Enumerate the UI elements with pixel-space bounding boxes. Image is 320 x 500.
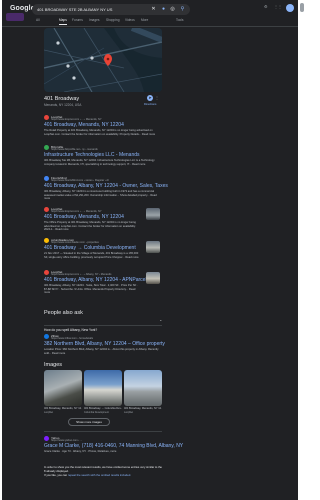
result-title-link[interactable]: 401 Broadway, Albany, NY 12204 - Owner, … <box>44 183 168 189</box>
place-title: 401 Broadway <box>44 96 80 102</box>
result-snippet: The Office Property at 401 Broadway, Men… <box>44 221 136 232</box>
result-snippet: The Retail Property at 401 Broadway, Men… <box>44 129 156 136</box>
chevron-down-icon[interactable]: ⌄ <box>159 318 162 322</box>
omitted-results-prefix: If you like, you can <box>44 472 68 477</box>
scrollbar-thumb[interactable] <box>300 3 304 12</box>
tab-more[interactable]: More <box>141 18 148 22</box>
site-favicon <box>44 334 49 339</box>
images-heading: Images <box>44 362 63 368</box>
tab-tools[interactable]: Tools <box>176 18 183 22</box>
apps-icon[interactable]: ⋮⋮ <box>274 4 282 9</box>
directions-icon[interactable]: ➤ <box>147 95 153 101</box>
header-divider <box>2 26 298 27</box>
site-favicon <box>44 207 49 212</box>
tab-shopping[interactable]: Shopping <box>106 18 119 22</box>
result-snippet: 401 Broadway, Albany, NY 12204 is a mixe… <box>44 190 157 201</box>
place-address: Menands, NY 12204, USA <box>44 103 82 107</box>
result-url[interactable]: https://www.bizprofile.net › ny › menand… <box>51 148 98 151</box>
result-snippet: 401 Broadway, Albany, NY 12204 · Suite, … <box>44 284 138 295</box>
result-snippet: 401 Broadway Ste 2B, Menands, NY 12204. … <box>44 159 155 166</box>
result-thumbnail[interactable] <box>146 241 160 253</box>
browser-page: Google ✕ ● ◎ ⚲ ⚙ ⋮⋮ All Maps Forums Imag… <box>0 0 306 500</box>
result-url[interactable]: https://www.loopnet.com › ... › Albany, … <box>51 273 111 276</box>
result-url[interactable]: https://www.yahoo.com › ... <box>51 439 82 442</box>
avatar[interactable] <box>286 4 294 12</box>
result-snippet: 21 Nov 2017 — Situated in the Village of… <box>44 252 139 259</box>
site-favicon <box>44 176 49 181</box>
doodle-badge[interactable] <box>6 13 24 21</box>
site-favicon <box>44 436 49 441</box>
omitted-results-note: In order to show you the most relevant r… <box>44 465 164 477</box>
tab-all[interactable]: All <box>36 18 40 22</box>
search-input[interactable] <box>37 5 147 14</box>
settings-icon[interactable]: ⚙ <box>264 4 268 9</box>
result-title-link[interactable]: Grace M Clarke, (718) 416-0460, 74 Manni… <box>44 443 183 449</box>
image-source: LoopNet <box>124 411 134 414</box>
people-also-ask-heading: People also ask <box>44 310 83 316</box>
result-url[interactable]: https://www.columbiadev.com › properties <box>51 241 99 244</box>
tab-videos[interactable]: Videos <box>125 18 135 22</box>
show-more-images-button[interactable]: Show more images <box>68 418 110 426</box>
more-options-icon[interactable]: ⋮ <box>155 95 159 100</box>
image-source: Columbia Development <box>84 411 109 414</box>
site-favicon <box>44 145 49 150</box>
result-url[interactable]: https://www.loopnet.com › ... › Menands,… <box>51 210 102 213</box>
paa-question-text: How do you spell Albany, New York? <box>44 328 98 332</box>
close-icon[interactable]: ✕ <box>150 6 157 13</box>
image-tile[interactable] <box>124 370 162 406</box>
map-graphic <box>44 28 162 92</box>
section-divider <box>44 431 162 432</box>
image-caption: 401 Broadway, Menands, NY 12... <box>44 407 82 410</box>
lens-icon[interactable]: ◎ <box>169 6 176 13</box>
result-thumbnail[interactable] <box>146 208 160 220</box>
result-title-link[interactable]: 401 Broadway → Columbia Development <box>44 245 136 251</box>
result-title-link[interactable]: 401 Broadway, Menands, NY 12204 <box>44 214 124 220</box>
result-snippet: Location Price: 382 Northern Blvd, Alban… <box>44 348 159 355</box>
result-title-link[interactable]: 401 Broadway, Menands, NY 12204 <box>44 122 124 128</box>
page-scrollbar[interactable] <box>298 0 306 500</box>
image-source: LoopNet <box>44 411 54 414</box>
site-favicon <box>44 115 49 120</box>
image-caption: 401 Broadway → Columbia Dev... <box>84 407 122 410</box>
site-favicon <box>44 238 49 243</box>
result-url[interactable]: https://www.flourishfind.com › stores › … <box>51 179 109 182</box>
result-snippet: Grace Clarke · Age 73 · Albany, NY · Pho… <box>44 450 117 453</box>
active-tab-indicator <box>59 24 67 25</box>
directions-link[interactable]: Directions <box>144 102 156 106</box>
repeat-search-link[interactable]: repeat the search with the omitted resul… <box>68 473 131 477</box>
image-tile[interactable] <box>84 370 122 406</box>
search-results-page: Google ✕ ● ◎ ⚲ ⚙ ⋮⋮ All Maps Forums Imag… <box>2 0 298 500</box>
image-tile[interactable] <box>44 370 82 406</box>
image-caption: 401 Broadway, Menands, NY 12... <box>124 407 162 410</box>
google-logo[interactable]: Google <box>10 5 35 12</box>
search-box[interactable]: ✕ ● ◎ ⚲ <box>32 4 190 15</box>
tab-maps[interactable]: Maps <box>59 18 67 22</box>
search-icon[interactable]: ⚲ <box>179 6 186 13</box>
tab-forums[interactable]: Forums <box>72 18 83 22</box>
map-preview[interactable] <box>44 28 162 92</box>
mic-icon[interactable]: ● <box>160 6 167 13</box>
result-url[interactable]: https://www.loopnet.com › ... › Menands,… <box>51 118 102 121</box>
tab-images[interactable]: Images <box>89 18 99 22</box>
result-title-link[interactable]: 382 Northern Blvd, Albany, NY 12204 – Of… <box>44 341 165 347</box>
result-url[interactable]: https://www.zillow.com › homedetails <box>51 337 93 340</box>
result-title-link[interactable]: 401 Broadway, Albany, NY 12204 - APNParc… <box>44 277 153 283</box>
paa-question[interactable]: How do you spell Albany, New York? ⌄ <box>44 318 162 332</box>
result-thumbnail[interactable] <box>146 272 160 284</box>
result-title-link[interactable]: Infrastructure Technologies LLC - Menand… <box>44 152 140 158</box>
site-favicon <box>44 270 49 275</box>
